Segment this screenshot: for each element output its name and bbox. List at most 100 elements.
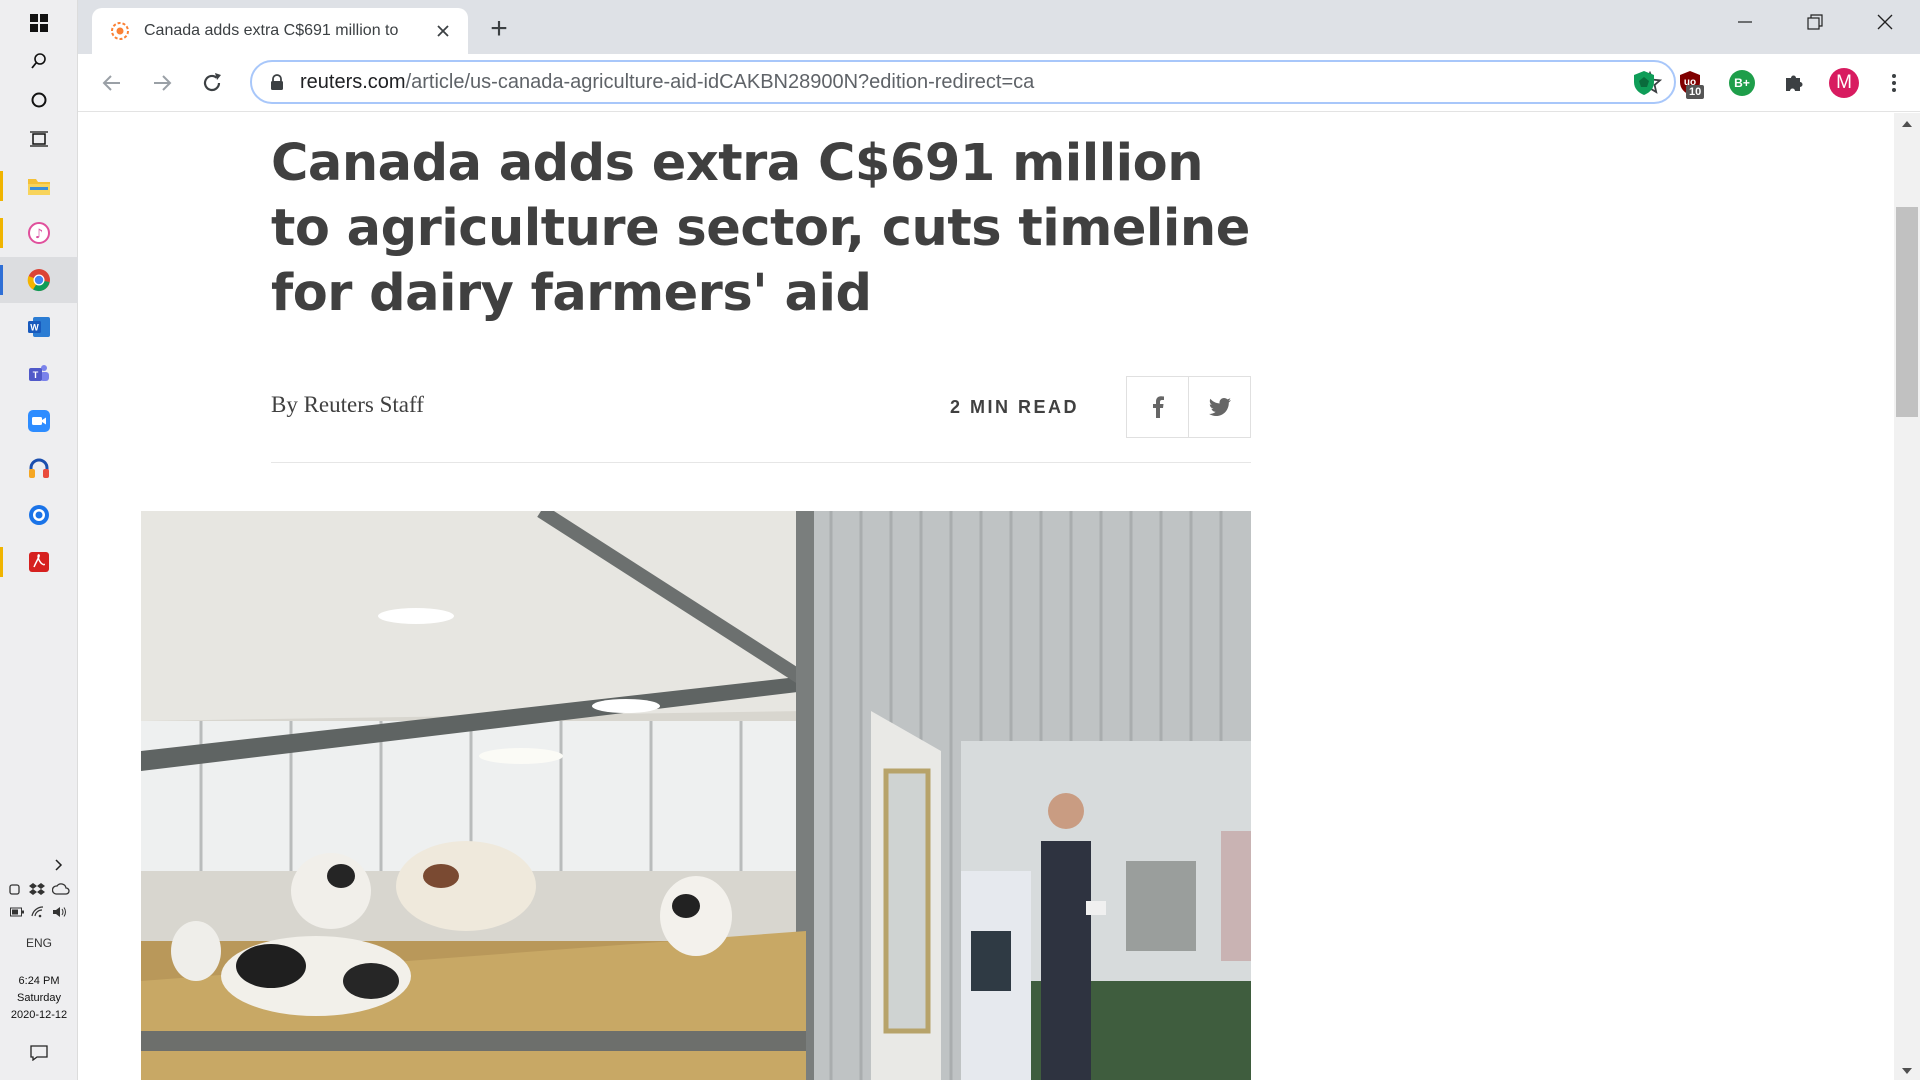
cortana-circle-icon bbox=[31, 92, 47, 108]
lock-icon[interactable] bbox=[270, 74, 284, 90]
url-domain: reuters.com bbox=[300, 70, 406, 93]
close-window-icon bbox=[1877, 14, 1893, 30]
extension-shield[interactable] bbox=[1628, 67, 1660, 99]
minimize-button[interactable] bbox=[1710, 0, 1780, 44]
teams-icon: T bbox=[29, 365, 49, 381]
language-label: ENG bbox=[25, 936, 52, 950]
zoom-camera-icon bbox=[28, 410, 50, 432]
clock-time: 6:24 PM bbox=[18, 975, 60, 987]
desktop: ♪ W T ENG 6:24 PM Saturday 2020-12-12 Ca… bbox=[0, 0, 1920, 1080]
tab-title: Canada adds extra C$691 million to bbox=[144, 22, 399, 39]
tab-reuters-article[interactable]: Canada adds extra C$691 million to bbox=[92, 8, 468, 54]
running-indicator bbox=[0, 171, 3, 201]
reload-button[interactable] bbox=[194, 65, 230, 101]
system-clock[interactable]: 6:24 PM Saturday 2020-12-12 bbox=[0, 973, 78, 1024]
header-divider bbox=[271, 462, 1251, 463]
share-facebook-button[interactable] bbox=[1126, 376, 1189, 438]
svg-text:T: T bbox=[33, 370, 39, 380]
twitter-icon bbox=[1208, 398, 1231, 416]
folder-icon bbox=[28, 179, 50, 195]
byline: By Reuters Staff bbox=[271, 392, 424, 418]
taskbar-file-explorer[interactable] bbox=[0, 163, 78, 209]
back-button[interactable] bbox=[94, 65, 130, 101]
headphones-icon bbox=[29, 458, 49, 478]
wifi-icon[interactable] bbox=[31, 906, 45, 918]
word-icon: W bbox=[28, 317, 50, 337]
share-twitter-button[interactable] bbox=[1188, 376, 1251, 438]
profile-avatar: M bbox=[1829, 68, 1859, 98]
active-indicator bbox=[0, 265, 3, 295]
tab-close-button[interactable] bbox=[432, 20, 454, 42]
windows-logo-icon bbox=[30, 14, 48, 32]
close-window-button[interactable] bbox=[1850, 0, 1920, 44]
task-view-icon bbox=[30, 131, 48, 147]
new-tab-button[interactable]: + bbox=[482, 12, 516, 46]
chrome-menu-button[interactable] bbox=[1878, 67, 1910, 99]
dairy-barn-photo bbox=[141, 511, 1251, 1080]
meet-now-icon[interactable] bbox=[8, 882, 22, 896]
grade-badge: B+ bbox=[1729, 70, 1755, 96]
article-headline: Canada adds extra C$691 million to agric… bbox=[271, 134, 1250, 323]
scroll-down-arrow-icon[interactable] bbox=[1894, 1064, 1920, 1078]
arrow-right-icon bbox=[154, 75, 172, 91]
extension-ublock[interactable]: uo 10 bbox=[1674, 67, 1706, 99]
tab-strip: Canada adds extra C$691 million to + bbox=[78, 0, 1920, 54]
show-hidden-icons[interactable] bbox=[0, 858, 78, 872]
browser-toolbar: reuters.com/article/us-canada-agricultur… bbox=[78, 54, 1920, 112]
itunes-icon: ♪ bbox=[28, 222, 50, 244]
tray-row-1 bbox=[0, 882, 78, 896]
arrow-left-icon bbox=[102, 75, 120, 91]
byline-prefix: By bbox=[271, 392, 298, 417]
extension-grade[interactable]: B+ bbox=[1726, 67, 1758, 99]
forward-button[interactable] bbox=[144, 65, 180, 101]
action-center-button[interactable] bbox=[0, 1030, 78, 1076]
running-indicator bbox=[0, 547, 3, 577]
scroll-up-arrow-icon[interactable] bbox=[1894, 117, 1920, 131]
taskbar-zoom[interactable] bbox=[0, 398, 78, 444]
address-bar[interactable]: reuters.com/article/us-canada-agricultur… bbox=[250, 60, 1676, 104]
taskbar-chrome[interactable] bbox=[0, 257, 78, 303]
article-photo bbox=[141, 511, 1251, 1080]
taskbar-word[interactable]: W bbox=[0, 304, 78, 350]
taskbar-vpn[interactable] bbox=[0, 492, 78, 538]
extension-badge-count: 10 bbox=[1686, 85, 1705, 99]
reuters-favicon-icon bbox=[111, 22, 129, 40]
battery-icon[interactable] bbox=[10, 907, 24, 917]
kebab-menu-icon bbox=[1892, 74, 1896, 92]
url-path: /article/us-canada-agriculture-aid-idCAK… bbox=[405, 70, 1035, 93]
article-page: Canada adds extra C$691 million to agric… bbox=[78, 113, 1894, 1080]
author-link[interactable]: Reuters Staff bbox=[304, 392, 424, 417]
facebook-icon bbox=[1152, 396, 1164, 418]
restore-icon bbox=[1807, 14, 1823, 30]
taskbar-itunes[interactable]: ♪ bbox=[0, 210, 78, 256]
notification-icon bbox=[30, 1045, 48, 1061]
taskbar-teams[interactable]: T bbox=[0, 351, 78, 397]
globe-shield-icon bbox=[29, 505, 49, 525]
taskbar-audio-app[interactable] bbox=[0, 445, 78, 491]
plus-icon: + bbox=[490, 12, 508, 45]
onedrive-cloud-icon[interactable] bbox=[52, 883, 70, 895]
url-text: reuters.com/article/us-canada-agricultur… bbox=[300, 71, 1034, 94]
tray-row-2 bbox=[0, 906, 78, 918]
chrome-icon bbox=[27, 269, 50, 292]
search-icon bbox=[31, 53, 46, 69]
task-view-button[interactable] bbox=[0, 116, 78, 162]
dropbox-icon[interactable] bbox=[29, 882, 45, 896]
chevron-right-icon bbox=[55, 859, 63, 871]
clock-day: Saturday bbox=[16, 992, 62, 1004]
close-icon bbox=[437, 25, 449, 37]
restore-button[interactable] bbox=[1780, 0, 1850, 44]
taskbar-acrobat[interactable] bbox=[0, 539, 78, 585]
scrollbar-thumb[interactable] bbox=[1896, 207, 1918, 417]
read-time: 2 MIN READ bbox=[950, 397, 1080, 417]
svg-text:W: W bbox=[30, 323, 39, 333]
svg-text:♪: ♪ bbox=[35, 227, 43, 242]
windows-taskbar: ♪ W T ENG 6:24 PM Saturday 2020-12-12 bbox=[0, 0, 78, 1080]
running-indicator bbox=[0, 218, 3, 248]
profile-button[interactable]: M bbox=[1828, 67, 1860, 99]
language-indicator[interactable]: ENG bbox=[0, 936, 78, 950]
minimize-icon bbox=[1738, 21, 1752, 23]
green-shield-icon bbox=[1634, 71, 1654, 95]
extensions-menu-button[interactable] bbox=[1778, 67, 1810, 99]
volume-icon[interactable] bbox=[52, 906, 68, 918]
